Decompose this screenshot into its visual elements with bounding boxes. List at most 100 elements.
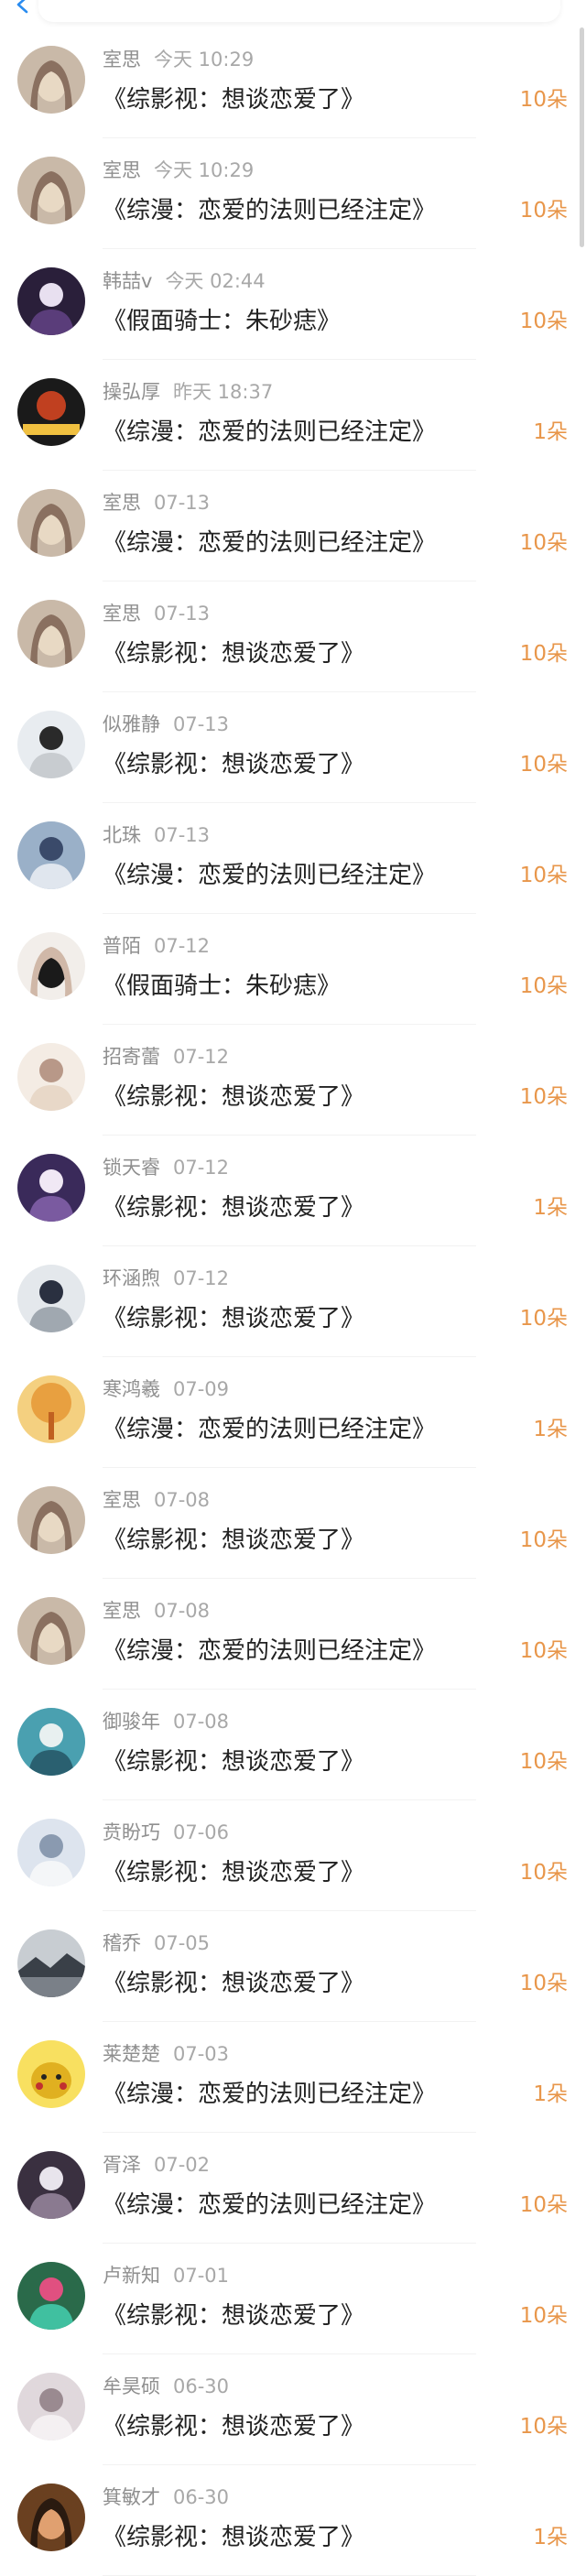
list-item[interactable]: 牟昊硕 06-30 《综影视：想谈恋爱了》 10朵 [0, 2354, 586, 2465]
avatar[interactable] [17, 600, 85, 668]
list-item[interactable]: 招寄蕾 07-12 《综影视：想谈恋爱了》 10朵 [0, 1025, 586, 1136]
user-name[interactable]: 牟昊硕 [103, 2375, 160, 2397]
user-name[interactable]: 韩喆v [103, 270, 152, 292]
book-title[interactable]: 《综漫：恋爱的法则已经注定》 [103, 2188, 436, 2223]
user-name[interactable]: 似雅静 [103, 713, 160, 735]
avatar[interactable] [17, 378, 85, 446]
avatar[interactable] [17, 157, 85, 224]
book-title[interactable]: 《综影视：想谈恋爱了》 [103, 2409, 364, 2444]
list-item[interactable]: 似雅静 07-13 《综影视：想谈恋爱了》 10朵 [0, 692, 586, 803]
user-name[interactable]: 箕敏才 [103, 2486, 160, 2508]
avatar[interactable] [17, 932, 85, 1000]
avatar[interactable] [17, 2151, 85, 2219]
book-title[interactable]: 《综漫：恋爱的法则已经注定》 [103, 526, 436, 560]
list-item[interactable]: 锁天睿 07-12 《综影视：想谈恋爱了》 1朵 [0, 1136, 586, 1246]
list-item[interactable]: 操弘厚 昨天 18:37 《综漫：恋爱的法则已经注定》 1朵 [0, 360, 586, 471]
user-name[interactable]: 室思 [103, 1600, 141, 1622]
user-name[interactable]: 招寄蕾 [103, 1046, 160, 1068]
scrollbar[interactable] [580, 27, 584, 247]
avatar[interactable] [17, 46, 85, 114]
avatar[interactable] [17, 711, 85, 778]
avatar-image [17, 2484, 85, 2551]
user-name[interactable]: 室思 [103, 492, 141, 514]
avatar[interactable] [17, 267, 85, 335]
book-title[interactable]: 《综漫：恋爱的法则已经注定》 [103, 858, 436, 893]
book-title[interactable]: 《综影视：想谈恋爱了》 [103, 1080, 364, 1114]
book-title[interactable]: 《综影视：想谈恋爱了》 [103, 1966, 364, 2001]
avatar[interactable] [17, 489, 85, 557]
timestamp: 07-13 [154, 824, 211, 846]
book-title[interactable]: 《综影视：想谈恋爱了》 [103, 2520, 364, 2555]
book-title[interactable]: 《综影视：想谈恋爱了》 [103, 1745, 364, 1779]
user-name[interactable]: 操弘厚 [103, 381, 160, 403]
user-name[interactable]: 卢新知 [103, 2265, 160, 2287]
list-item[interactable]: 韩喆v 今天 02:44 《假面骑士：朱砂痣》 10朵 [0, 249, 586, 360]
list-item[interactable]: 莱楚楚 07-03 《综漫：恋爱的法则已经注定》 1朵 [0, 2022, 586, 2133]
list-item[interactable]: 室思 今天 10:29 《综影视：想谈恋爱了》 10朵 [0, 27, 586, 138]
book-title[interactable]: 《综影视：想谈恋爱了》 [103, 82, 364, 117]
user-name[interactable]: 室思 [103, 159, 141, 181]
user-name[interactable]: 北珠 [103, 824, 141, 846]
user-name[interactable]: 贲盼巧 [103, 1821, 160, 1843]
book-title[interactable]: 《综影视：想谈恋爱了》 [103, 1855, 364, 1890]
avatar[interactable] [17, 2040, 85, 2108]
user-name[interactable]: 胥泽 [103, 2154, 141, 2176]
list-item[interactable]: 环涵煦 07-12 《综影视：想谈恋爱了》 10朵 [0, 1246, 586, 1357]
avatar[interactable] [17, 1929, 85, 1997]
avatar-image [17, 267, 85, 335]
book-title[interactable]: 《综漫：恋爱的法则已经注定》 [103, 2077, 436, 2112]
row-meta: 北珠 07-13 [103, 823, 210, 847]
avatar[interactable] [17, 1597, 85, 1665]
list-item[interactable]: 箕敏才 06-30 《综影视：想谈恋爱了》 1朵 [0, 2465, 586, 2576]
book-title[interactable]: 《综影视：想谈恋爱了》 [103, 636, 364, 671]
user-name[interactable]: 稽乔 [103, 1932, 141, 1954]
avatar[interactable] [17, 1043, 85, 1111]
user-name[interactable]: 寒鸿羲 [103, 1378, 160, 1400]
list-item[interactable]: 室思 07-08 《综影视：想谈恋爱了》 10朵 [0, 1468, 586, 1579]
book-title[interactable]: 《综影视：想谈恋爱了》 [103, 2299, 364, 2333]
avatar-image [17, 821, 85, 889]
book-title[interactable]: 《假面骑士：朱砂痣》 [103, 969, 341, 1004]
list-item[interactable]: 室思 07-08 《综漫：恋爱的法则已经注定》 10朵 [0, 1579, 586, 1690]
list-item[interactable]: 卢新知 07-01 《综影视：想谈恋爱了》 10朵 [0, 2244, 586, 2354]
user-name[interactable]: 莱楚楚 [103, 2043, 160, 2065]
book-title[interactable]: 《综漫：恋爱的法则已经注定》 [103, 193, 436, 228]
user-name[interactable]: 普陌 [103, 935, 141, 957]
list-item[interactable]: 室思 今天 10:29 《综漫：恋爱的法则已经注定》 10朵 [0, 138, 586, 249]
list-item[interactable]: 寒鸿羲 07-09 《综漫：恋爱的法则已经注定》 1朵 [0, 1357, 586, 1468]
list-item[interactable]: 贲盼巧 07-06 《综影视：想谈恋爱了》 10朵 [0, 1800, 586, 1911]
back-button[interactable] [13, 0, 33, 15]
book-title[interactable]: 《综影视：想谈恋爱了》 [103, 1523, 364, 1558]
avatar[interactable] [17, 1265, 85, 1332]
list-item[interactable]: 御骏年 07-08 《综影视：想谈恋爱了》 10朵 [0, 1690, 586, 1800]
avatar[interactable] [17, 1154, 85, 1222]
list-item[interactable]: 北珠 07-13 《综漫：恋爱的法则已经注定》 10朵 [0, 803, 586, 914]
user-name[interactable]: 御骏年 [103, 1711, 160, 1733]
book-title[interactable]: 《综影视：想谈恋爱了》 [103, 1301, 364, 1336]
list-item[interactable]: 稽乔 07-05 《综影视：想谈恋爱了》 10朵 [0, 1911, 586, 2022]
user-name[interactable]: 室思 [103, 1489, 141, 1511]
avatar[interactable] [17, 821, 85, 889]
book-title[interactable]: 《综影视：想谈恋爱了》 [103, 1190, 364, 1225]
book-title[interactable]: 《综漫：恋爱的法则已经注定》 [103, 1634, 436, 1668]
list-item[interactable]: 室思 07-13 《综漫：恋爱的法则已经注定》 10朵 [0, 471, 586, 582]
avatar[interactable] [17, 2262, 85, 2330]
avatar[interactable] [17, 2484, 85, 2551]
user-name[interactable]: 室思 [103, 49, 141, 71]
avatar[interactable] [17, 1819, 85, 1886]
list-item[interactable]: 室思 07-13 《综影视：想谈恋爱了》 10朵 [0, 582, 586, 692]
book-title[interactable]: 《综影视：想谈恋爱了》 [103, 747, 364, 782]
book-title[interactable]: 《综漫：恋爱的法则已经注定》 [103, 1412, 436, 1447]
list-item[interactable]: 普陌 07-12 《假面骑士：朱砂痣》 10朵 [0, 914, 586, 1025]
user-name[interactable]: 室思 [103, 603, 141, 625]
search-bar[interactable] [38, 0, 560, 22]
avatar[interactable] [17, 2373, 85, 2440]
list-item[interactable]: 胥泽 07-02 《综漫：恋爱的法则已经注定》 10朵 [0, 2133, 586, 2244]
user-name[interactable]: 锁天睿 [103, 1157, 160, 1179]
user-name[interactable]: 环涵煦 [103, 1267, 160, 1289]
avatar[interactable] [17, 1375, 85, 1443]
avatar[interactable] [17, 1708, 85, 1776]
avatar[interactable] [17, 1486, 85, 1554]
book-title[interactable]: 《假面骑士：朱砂痣》 [103, 304, 341, 339]
book-title[interactable]: 《综漫：恋爱的法则已经注定》 [103, 415, 436, 450]
